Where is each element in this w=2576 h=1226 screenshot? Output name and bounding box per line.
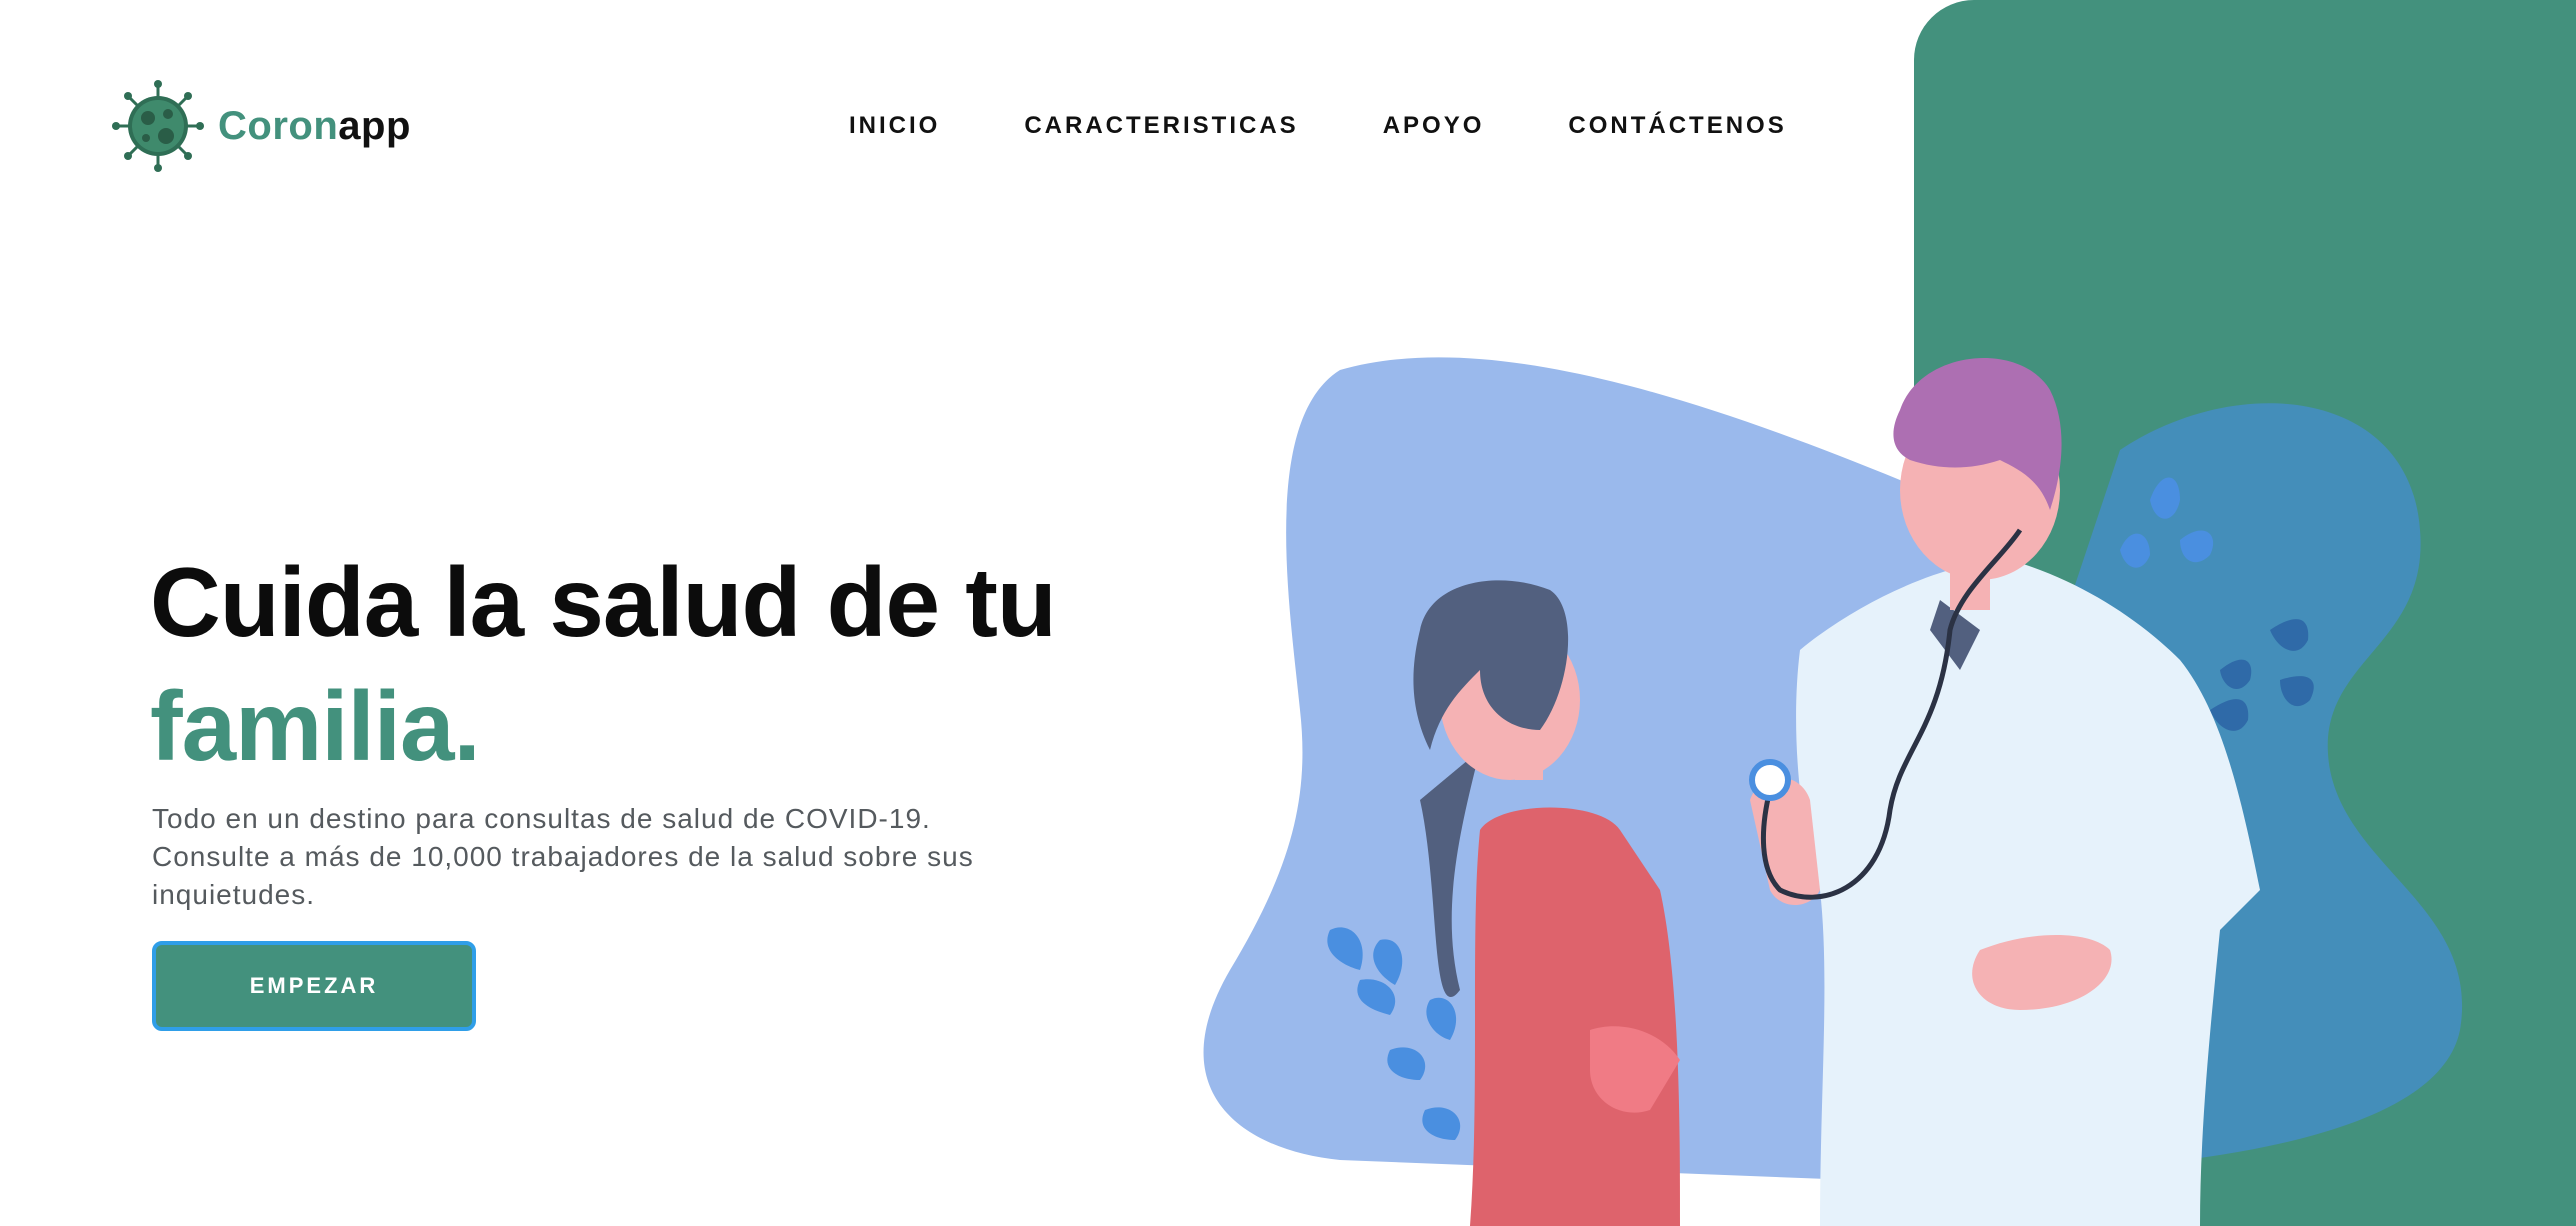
- hero-title-line2: familia.: [150, 671, 481, 781]
- hero-title: Cuida la salud de tu familia.: [150, 540, 1057, 788]
- brand-name: Coronapp: [218, 104, 411, 149]
- hero-description: Todo en un destino para consultas de sal…: [152, 803, 974, 910]
- nav-item-contactenos[interactable]: CONTÁCTENOS: [1568, 112, 1786, 140]
- nav-item-caracteristicas[interactable]: CARACTERISTICAS: [1024, 112, 1298, 140]
- start-button[interactable]: EMPEZAR: [152, 941, 476, 1031]
- virus-icon: [112, 80, 204, 172]
- main-nav: INICIO CARACTERISTICAS APOYO CONTÁCTENOS: [849, 106, 1787, 146]
- doctor-patient-illustration: [1203, 357, 2463, 1226]
- brand-name-rest: app: [338, 103, 411, 148]
- nav-item-inicio[interactable]: INICIO: [849, 112, 940, 140]
- brand-name-accent: Coron: [218, 103, 339, 148]
- brand-logo[interactable]: Coronapp: [110, 78, 411, 174]
- nav-item-apoyo[interactable]: APOYO: [1383, 112, 1485, 140]
- hero-title-line1: Cuida la salud de tu: [150, 547, 1057, 657]
